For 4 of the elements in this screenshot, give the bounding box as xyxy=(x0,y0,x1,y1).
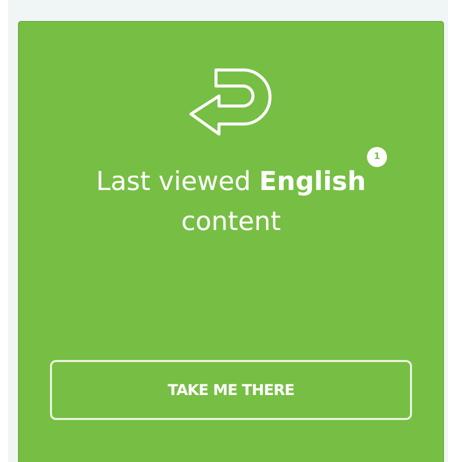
return-arrow-icon xyxy=(189,68,273,136)
message-text: Last viewed English content xyxy=(95,166,367,239)
take-me-there-button[interactable]: TAKE ME THERE xyxy=(50,360,412,420)
notification-badge: 1 xyxy=(367,147,387,167)
